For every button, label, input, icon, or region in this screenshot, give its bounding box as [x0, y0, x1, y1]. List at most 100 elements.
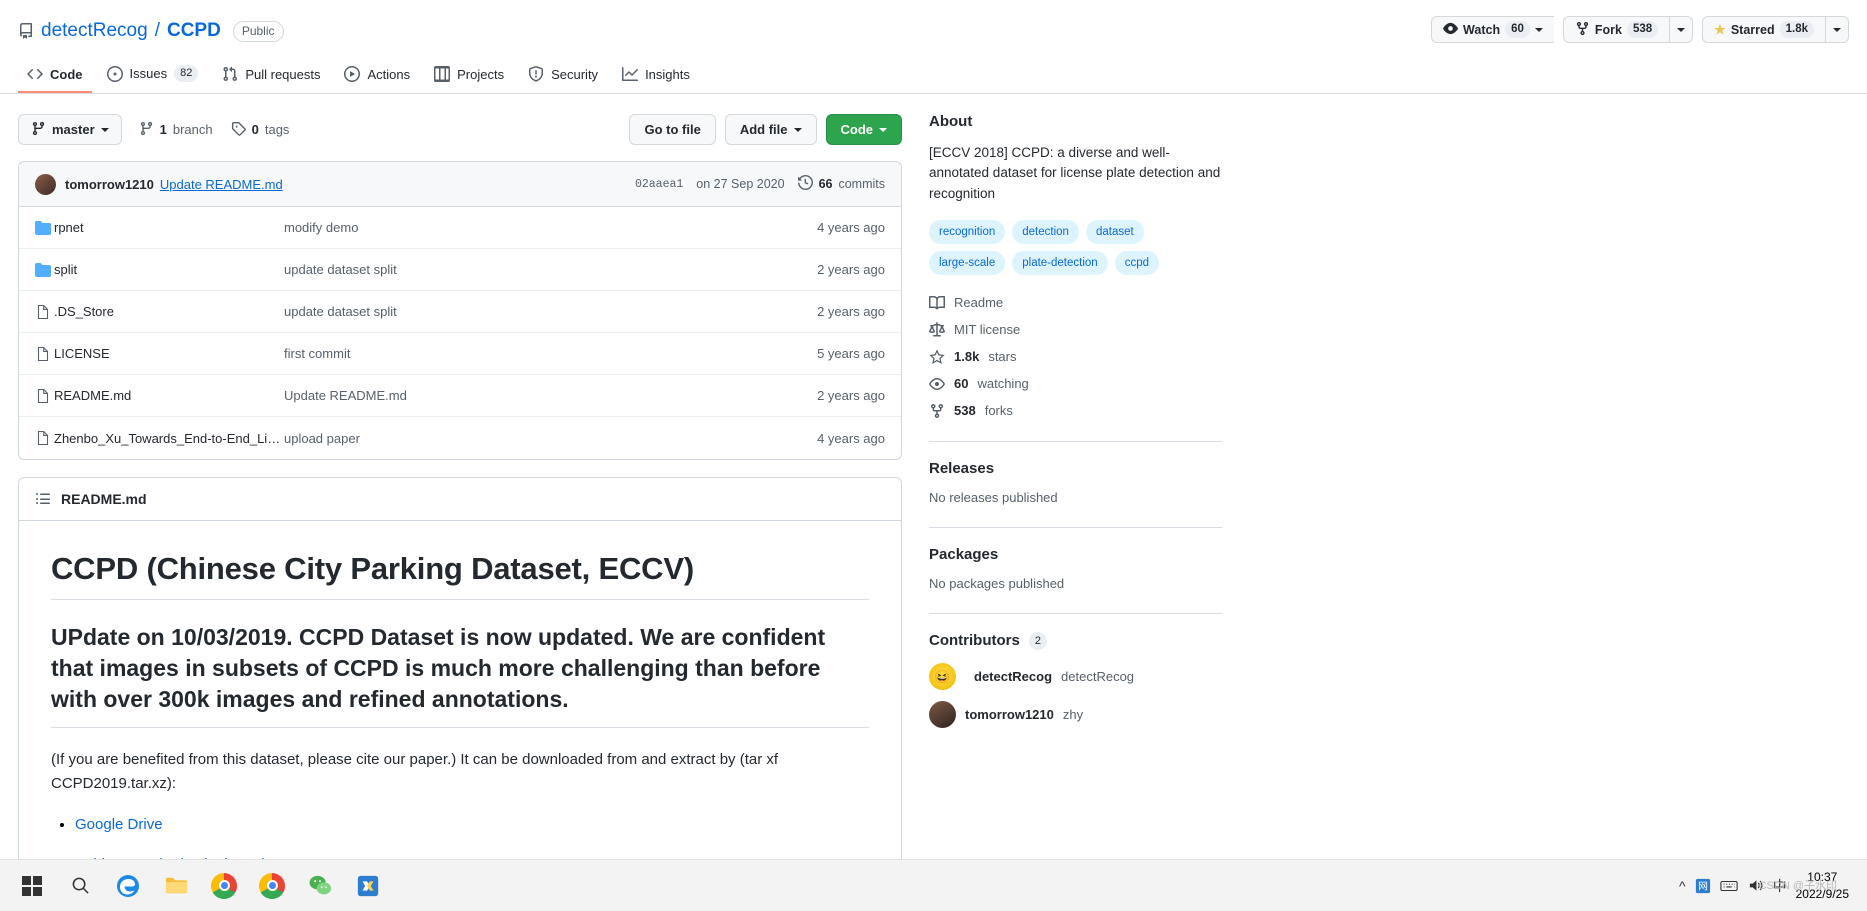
topic-tag[interactable]: recognition [929, 219, 1006, 244]
readme-content: CCPD (Chinese City Parking Dataset, ECCV… [19, 521, 901, 904]
commit-message-link[interactable]: Update README.md [160, 177, 283, 192]
file-commit-message[interactable]: update dataset split [284, 262, 817, 277]
file-commit-message[interactable]: first commit [284, 346, 817, 361]
add-file-label: Add file [739, 122, 788, 137]
table-row[interactable]: rpnet modify demo 4 years ago [19, 207, 901, 249]
readme-link[interactable]: Readme [929, 295, 1222, 311]
commit-sha[interactable]: 02aaea1 [635, 178, 683, 191]
readme-paragraph: (If you are benefited from this dataset,… [51, 751, 779, 792]
watching-link[interactable]: 60 watching [929, 376, 1222, 392]
divider [929, 440, 1222, 442]
about-heading: About [929, 113, 973, 130]
fork-button[interactable]: Fork 538 [1562, 16, 1670, 43]
contributor-name[interactable]: detectRecog [974, 669, 1052, 684]
tab-security[interactable]: Security [519, 60, 607, 93]
table-row[interactable]: README.md Update README.md 2 years ago [19, 375, 901, 417]
network-icon[interactable]: 网 [1695, 878, 1711, 894]
tab-pull-requests[interactable]: Pull requests [213, 60, 329, 93]
start-button[interactable] [8, 862, 56, 910]
graph-icon [622, 66, 639, 82]
starred-button[interactable]: ★ Starred 1.8k [1702, 16, 1825, 43]
table-row[interactable]: split update dataset split 2 years ago [19, 249, 901, 291]
forks-label: forks [984, 403, 1013, 419]
table-row[interactable]: Zhenbo_Xu_Towards_End-to-End_Lic… upload… [19, 417, 901, 459]
watch-button[interactable]: Watch 60 [1431, 16, 1554, 43]
edge-icon[interactable] [104, 862, 152, 910]
divider [929, 526, 1222, 528]
chevron-down-icon [879, 127, 887, 132]
watching-value: 60 [954, 376, 969, 392]
contributor-name[interactable]: tomorrow1210 [965, 707, 1054, 722]
chrome-icon[interactable] [200, 862, 248, 910]
readme-heading-2: UPdate on 10/03/2019. CCPD Dataset is no… [51, 622, 869, 729]
list-item[interactable]: tomorrow1210 zhy [929, 700, 1222, 728]
file-name[interactable]: .DS_Store [54, 304, 284, 319]
app-icon[interactable] [344, 862, 392, 910]
topic-tag[interactable]: detection [1012, 219, 1079, 244]
google-drive-link[interactable]: Google Drive [75, 816, 163, 833]
file-commit-message[interactable]: upload paper [284, 431, 817, 446]
git-branch-icon [139, 121, 154, 139]
folder-icon [35, 262, 54, 278]
repo-owner-link[interactable]: detectRecog [41, 20, 148, 42]
go-to-file-label: Go to file [644, 122, 701, 137]
windows-taskbar: ^ 网 中 10:37 2022/9/25 [0, 859, 1867, 911]
list-item[interactable]: 😆 detectRecog detectRecog [929, 662, 1222, 690]
commit-history-link[interactable]: 66 commits [797, 174, 885, 193]
tab-projects[interactable]: Projects [425, 60, 513, 93]
avatar [35, 173, 56, 195]
keyboard-icon[interactable] [1719, 879, 1738, 893]
table-icon [434, 66, 451, 82]
table-row[interactable]: .DS_Store update dataset split 2 years a… [19, 291, 901, 333]
file-commit-message[interactable]: update dataset split [284, 304, 817, 319]
table-row[interactable]: LICENSE first commit 5 years ago [19, 333, 901, 375]
wechat-icon[interactable] [296, 862, 344, 910]
eye-icon [1443, 21, 1458, 39]
topic-tag[interactable]: plate-detection [1012, 250, 1108, 275]
file-name[interactable]: README.md [54, 388, 284, 403]
repo-separator: / [154, 20, 160, 41]
tab-pull-requests-label: Pull requests [245, 66, 321, 82]
stars-value: 1.8k [954, 349, 980, 365]
tray-expand-icon[interactable]: ^ [1679, 878, 1686, 894]
file-name[interactable]: split [54, 262, 284, 277]
forks-link[interactable]: 538 forks [929, 403, 1222, 419]
commits-count: 66 [818, 177, 833, 191]
chrome2-icon[interactable] [248, 862, 296, 910]
tab-security-label: Security [551, 66, 599, 82]
branch-selector-button[interactable]: master [18, 114, 122, 145]
file-name[interactable]: rpnet [54, 220, 284, 235]
branches-link[interactable]: 1 branch [139, 121, 213, 139]
tab-insights-label: Insights [645, 66, 690, 82]
license-link-label: MIT license [954, 322, 1021, 338]
tab-actions[interactable]: Actions [335, 60, 419, 93]
topic-tag[interactable]: dataset [1085, 219, 1144, 244]
file-name[interactable]: LICENSE [54, 346, 284, 361]
file-explorer-icon[interactable] [152, 862, 200, 910]
tab-code[interactable]: Code [18, 60, 92, 93]
tab-issues[interactable]: Issues 82 [98, 59, 208, 93]
list-unordered-icon[interactable] [35, 491, 51, 507]
tags-link[interactable]: 0 tags [231, 121, 289, 139]
search-icon[interactable] [56, 862, 104, 910]
file-name[interactable]: Zhenbo_Xu_Towards_End-to-End_Lic… [54, 431, 284, 446]
commit-author[interactable]: tomorrow1210 [65, 177, 154, 192]
license-link[interactable]: MIT license [929, 321, 1222, 338]
file-time: 4 years ago [817, 430, 885, 446]
file-commit-message[interactable]: modify demo [284, 220, 817, 235]
topic-tag[interactable]: large-scale [929, 250, 1006, 275]
star-dropdown-button[interactable] [1825, 16, 1849, 43]
repo-name-link[interactable]: CCPD [167, 20, 221, 42]
fork-dropdown-button[interactable] [1669, 16, 1694, 43]
tab-insights[interactable]: Insights [613, 60, 699, 93]
add-file-button[interactable]: Add file [724, 114, 817, 145]
tab-actions-label: Actions [367, 66, 411, 82]
file-commit-message[interactable]: Update README.md [284, 388, 817, 403]
go-to-file-button[interactable]: Go to file [629, 114, 716, 145]
code-button[interactable]: Code [825, 114, 902, 145]
topic-tag[interactable]: ccpd [1114, 250, 1159, 275]
stars-link[interactable]: 1.8k stars [929, 349, 1222, 365]
star-icon: ★ [1714, 21, 1726, 37]
shield-icon [528, 66, 544, 82]
file-time: 2 years ago [817, 304, 885, 319]
